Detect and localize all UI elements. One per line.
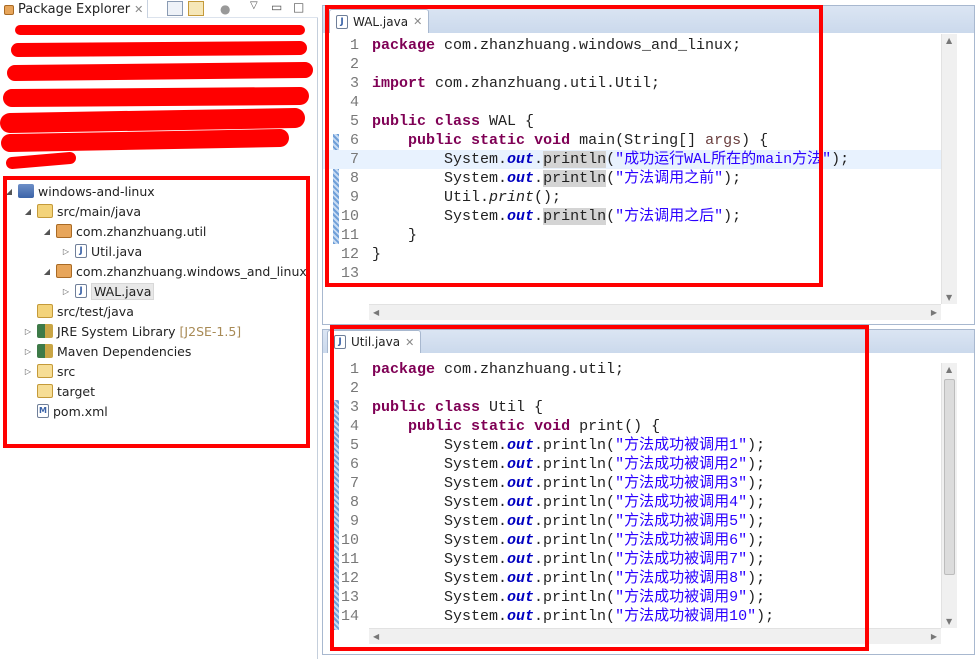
annotation-box-wal bbox=[325, 5, 823, 287]
scrollbar-thumb[interactable] bbox=[944, 379, 955, 575]
annotation-box-util bbox=[330, 325, 869, 651]
horizontal-scrollbar[interactable]: ◀ ▶ bbox=[369, 304, 941, 320]
view-toolbar: Package Explorer ✕ ● ▽ ▭ □ bbox=[0, 0, 318, 18]
annotation-box-tree bbox=[3, 176, 310, 448]
tab-package-explorer[interactable]: Package Explorer ✕ bbox=[0, 0, 149, 18]
package-explorer-icon bbox=[4, 4, 14, 15]
redacted-scribble bbox=[0, 25, 313, 169]
close-icon[interactable]: ✕ bbox=[134, 3, 143, 16]
filter-icon[interactable]: ● bbox=[220, 2, 230, 16]
collapse-all-icon[interactable] bbox=[167, 1, 183, 16]
view-menu-icon[interactable]: ▽ bbox=[250, 0, 258, 11]
maximize-icon[interactable]: □ bbox=[293, 0, 304, 14]
code-token: ); bbox=[831, 151, 850, 168]
minimize-icon[interactable]: ▭ bbox=[271, 0, 282, 14]
view-title: Package Explorer bbox=[18, 2, 131, 17]
vertical-scrollbar[interactable]: ▲ ▼ bbox=[941, 34, 957, 304]
link-with-editor-icon[interactable] bbox=[188, 1, 204, 16]
vertical-scrollbar[interactable]: ▲ ▼ bbox=[941, 363, 957, 628]
